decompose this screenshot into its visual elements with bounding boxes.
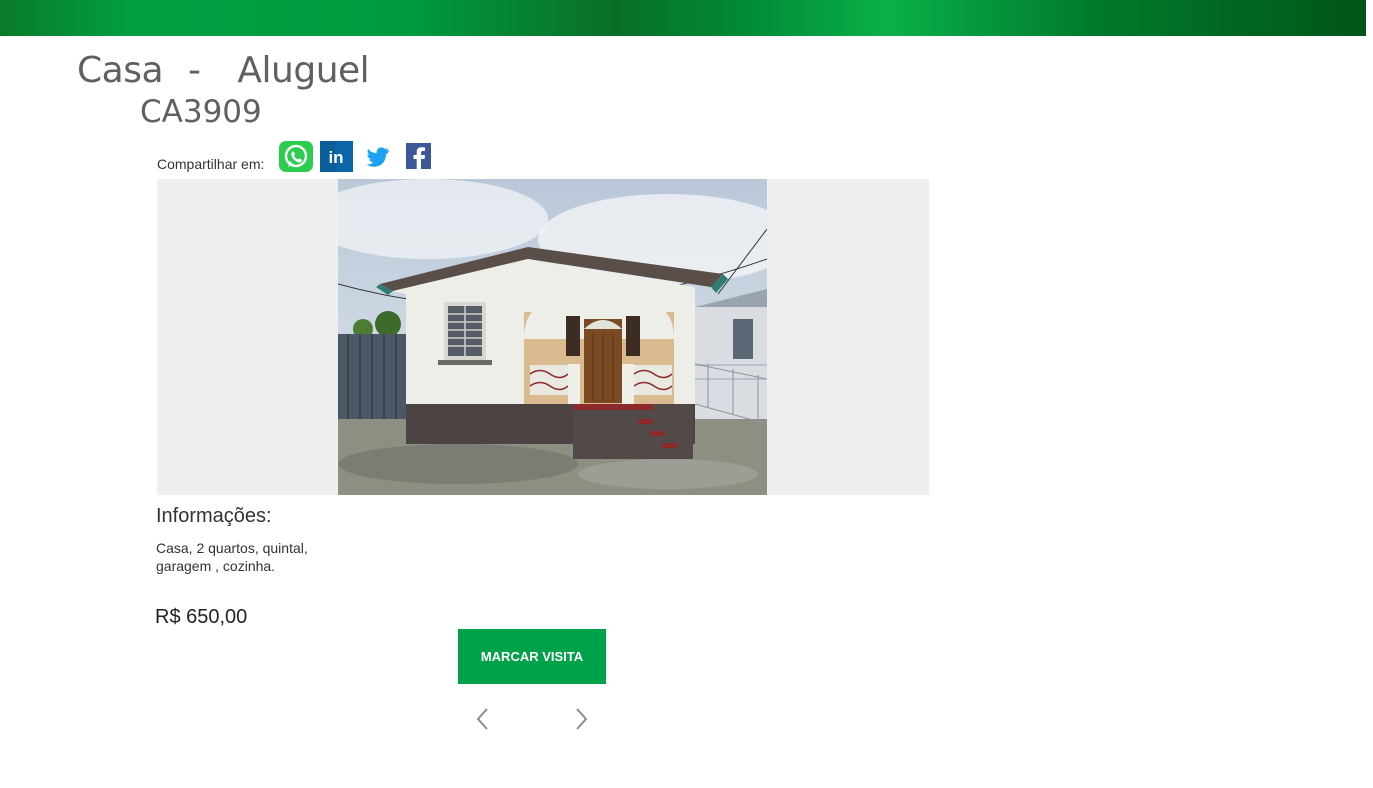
linkedin-icon-text: in xyxy=(328,148,343,167)
next-arrow-icon[interactable] xyxy=(571,706,591,732)
deal-type: Aluguel xyxy=(237,50,370,91)
property-code: CA3909 xyxy=(140,94,262,130)
property-type: Casa xyxy=(77,50,164,91)
property-price: R$ 650,00 xyxy=(155,606,248,628)
top-header-bar xyxy=(0,0,1366,36)
twitter-icon[interactable] xyxy=(361,141,395,172)
schedule-visit-button[interactable]: MARCAR VISITA xyxy=(458,629,606,684)
title-separator: - xyxy=(187,50,201,91)
page-title: Casa - Aluguel xyxy=(77,50,370,91)
info-heading: Informações: xyxy=(156,505,272,527)
property-photo[interactable] xyxy=(338,179,767,495)
property-description: Casa, 2 quartos, quintal, garagem , cozi… xyxy=(156,540,308,574)
share-label: Compartilhar em: xyxy=(157,156,265,172)
facebook-icon[interactable] xyxy=(402,141,436,172)
whatsapp-icon[interactable] xyxy=(279,141,313,172)
linkedin-icon[interactable]: in xyxy=(320,141,354,172)
top-bar-edge xyxy=(1366,0,1373,36)
share-icons: in xyxy=(279,141,436,172)
prev-arrow-icon[interactable] xyxy=(473,706,493,732)
photo-gallery xyxy=(157,179,929,495)
